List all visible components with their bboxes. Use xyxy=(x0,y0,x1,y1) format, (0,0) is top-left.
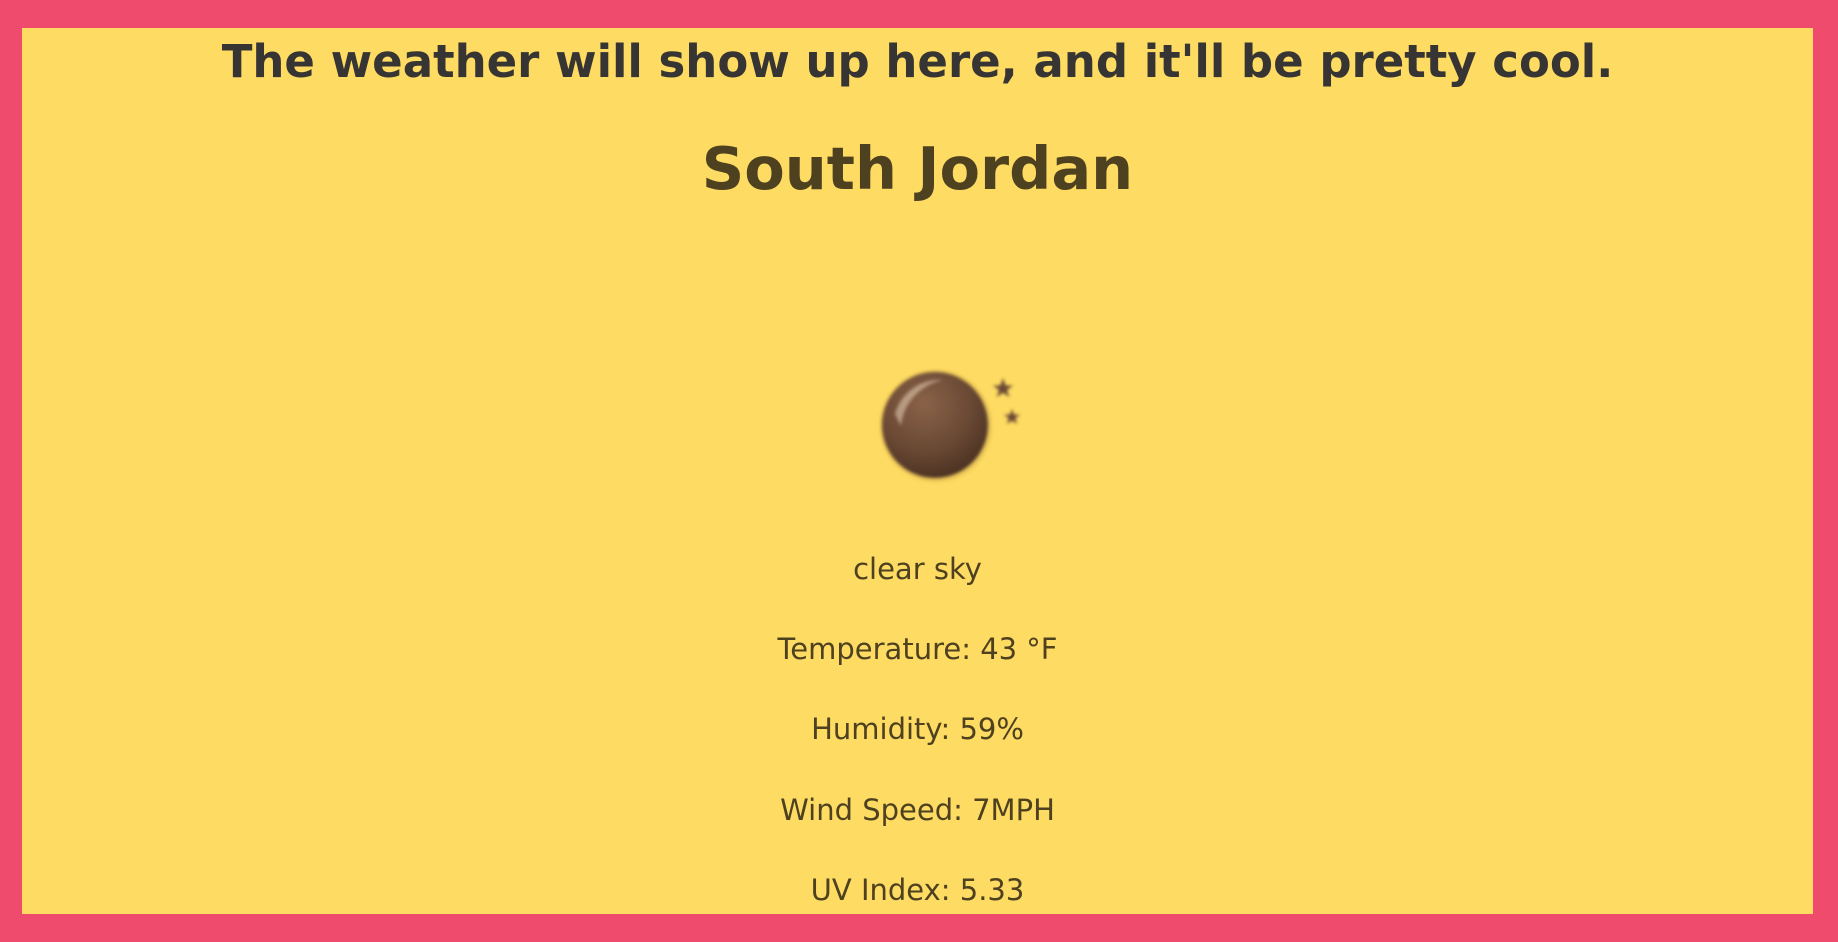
clear-sky-night-icon xyxy=(880,370,1020,482)
humidity-readout: Humidity: 59% xyxy=(811,712,1024,746)
uv-index-readout: UV Index: 5.33 xyxy=(810,873,1025,907)
page-tagline: The weather will show up here, and it'll… xyxy=(221,35,1614,88)
city-name: South Jordan xyxy=(701,134,1134,203)
weather-description: clear sky xyxy=(853,552,982,586)
temperature-readout: Temperature: 43 °F xyxy=(777,632,1058,666)
wind-speed-readout: Wind Speed: 7MPH xyxy=(780,793,1055,827)
weather-panel: The weather will show up here, and it'll… xyxy=(22,28,1813,914)
